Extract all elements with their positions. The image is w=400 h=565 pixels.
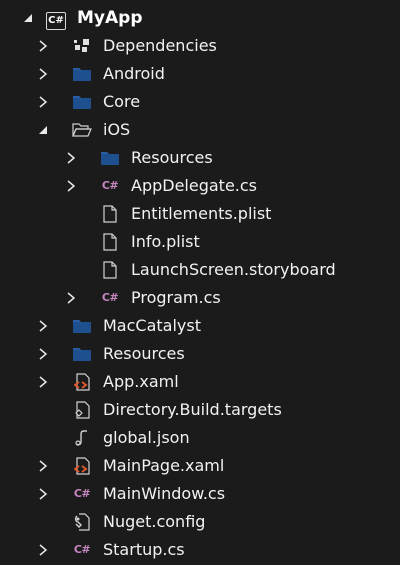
targets-file-icon bbox=[71, 396, 93, 424]
tree-item-label: Core bbox=[103, 92, 141, 111]
tree-row-ios[interactable]: iOS bbox=[0, 116, 400, 144]
expanded-arrow-icon[interactable] bbox=[37, 116, 49, 144]
collapsed-arrow-icon[interactable] bbox=[37, 536, 49, 564]
collapsed-arrow-icon[interactable] bbox=[65, 144, 77, 172]
expanded-arrow-icon[interactable] bbox=[22, 4, 34, 32]
folder-icon bbox=[71, 60, 93, 88]
tree-row-resources[interactable]: Resources bbox=[0, 340, 400, 368]
tree-item-label: Android bbox=[103, 64, 165, 83]
tree-item-label: Resources bbox=[131, 148, 213, 167]
tree-row-app-xaml[interactable]: App.xaml bbox=[0, 368, 400, 396]
tree-item-label: Info.plist bbox=[131, 232, 200, 251]
tree-item-label: Directory.Build.targets bbox=[103, 400, 282, 419]
xaml-file-icon bbox=[71, 452, 93, 480]
tree-row-nuget-config[interactable]: Nuget.config bbox=[0, 508, 400, 536]
tree-row-mainpage-xaml[interactable]: MainPage.xaml bbox=[0, 452, 400, 480]
csharp-file-icon: C# bbox=[73, 543, 91, 556]
tree-item-label: Program.cs bbox=[131, 288, 221, 307]
tree-row-startup[interactable]: C# Startup.cs bbox=[0, 536, 400, 564]
file-icon bbox=[99, 228, 121, 256]
tree-row-global-json[interactable]: global.json bbox=[0, 424, 400, 452]
tree-item-label: Nuget.config bbox=[103, 512, 206, 531]
tree-item-label: AppDelegate.cs bbox=[131, 176, 258, 195]
tree-row-launchscreen[interactable]: LaunchScreen.storyboard bbox=[0, 256, 400, 284]
collapsed-arrow-icon[interactable] bbox=[37, 452, 49, 480]
tree-item-label: MainPage.xaml bbox=[103, 456, 225, 475]
csharp-file-icon: C# bbox=[101, 179, 119, 192]
folder-icon bbox=[71, 88, 93, 116]
collapsed-arrow-icon[interactable] bbox=[65, 284, 77, 312]
collapsed-arrow-icon[interactable] bbox=[37, 340, 49, 368]
file-icon bbox=[99, 200, 121, 228]
tree-item-label: global.json bbox=[103, 428, 190, 447]
tree-item-label: Startup.cs bbox=[103, 540, 185, 559]
collapsed-arrow-icon[interactable] bbox=[37, 312, 49, 340]
tree-row-myapp[interactable]: C# MyApp bbox=[0, 4, 400, 32]
tree-row-program[interactable]: C# Program.cs bbox=[0, 284, 400, 312]
folder-icon bbox=[99, 144, 121, 172]
tree-row-ios-resources[interactable]: Resources bbox=[0, 144, 400, 172]
tree-row-appdelegate[interactable]: C# AppDelegate.cs bbox=[0, 172, 400, 200]
tree-item-label: MainWindow.cs bbox=[103, 484, 226, 503]
xaml-file-icon bbox=[71, 368, 93, 396]
tree-row-entitlements[interactable]: Entitlements.plist bbox=[0, 200, 400, 228]
collapsed-arrow-icon[interactable] bbox=[65, 172, 77, 200]
open-folder-icon bbox=[71, 116, 93, 144]
csharp-project-icon: C# bbox=[45, 4, 67, 32]
collapsed-arrow-icon[interactable] bbox=[37, 60, 49, 88]
tree-item-label: MacCatalyst bbox=[103, 316, 201, 335]
collapsed-arrow-icon[interactable] bbox=[37, 480, 49, 508]
tree-row-mainwindow[interactable]: C# MainWindow.cs bbox=[0, 480, 400, 508]
dependencies-icon bbox=[71, 32, 93, 60]
tree-row-core[interactable]: Core bbox=[0, 88, 400, 116]
config-file-icon bbox=[71, 508, 93, 536]
tree-item-label: Dependencies bbox=[103, 36, 217, 55]
collapsed-arrow-icon[interactable] bbox=[37, 368, 49, 396]
collapsed-arrow-icon[interactable] bbox=[37, 88, 49, 116]
tree-item-label: MyApp bbox=[77, 8, 143, 28]
tree-item-label: iOS bbox=[103, 120, 131, 139]
tree-row-directory-build-targets[interactable]: Directory.Build.targets bbox=[0, 396, 400, 424]
tree-row-maccatalyst[interactable]: MacCatalyst bbox=[0, 312, 400, 340]
json-file-icon bbox=[71, 424, 93, 452]
csharp-file-icon: C# bbox=[101, 291, 119, 304]
collapsed-arrow-icon[interactable] bbox=[37, 32, 49, 60]
tree-row-dependencies[interactable]: Dependencies bbox=[0, 32, 400, 60]
tree-item-label: Resources bbox=[103, 344, 185, 363]
folder-icon bbox=[71, 312, 93, 340]
tree-row-android[interactable]: Android bbox=[0, 60, 400, 88]
csharp-file-icon: C# bbox=[73, 487, 91, 500]
tree-row-info-plist[interactable]: Info.plist bbox=[0, 228, 400, 256]
file-icon bbox=[99, 256, 121, 284]
solution-explorer-tree: C# MyApp Dependencies Android Core iOS R… bbox=[0, 4, 400, 564]
folder-icon bbox=[71, 340, 93, 368]
tree-item-label: App.xaml bbox=[103, 372, 179, 391]
tree-item-label: Entitlements.plist bbox=[131, 204, 272, 223]
tree-item-label: LaunchScreen.storyboard bbox=[131, 260, 336, 279]
